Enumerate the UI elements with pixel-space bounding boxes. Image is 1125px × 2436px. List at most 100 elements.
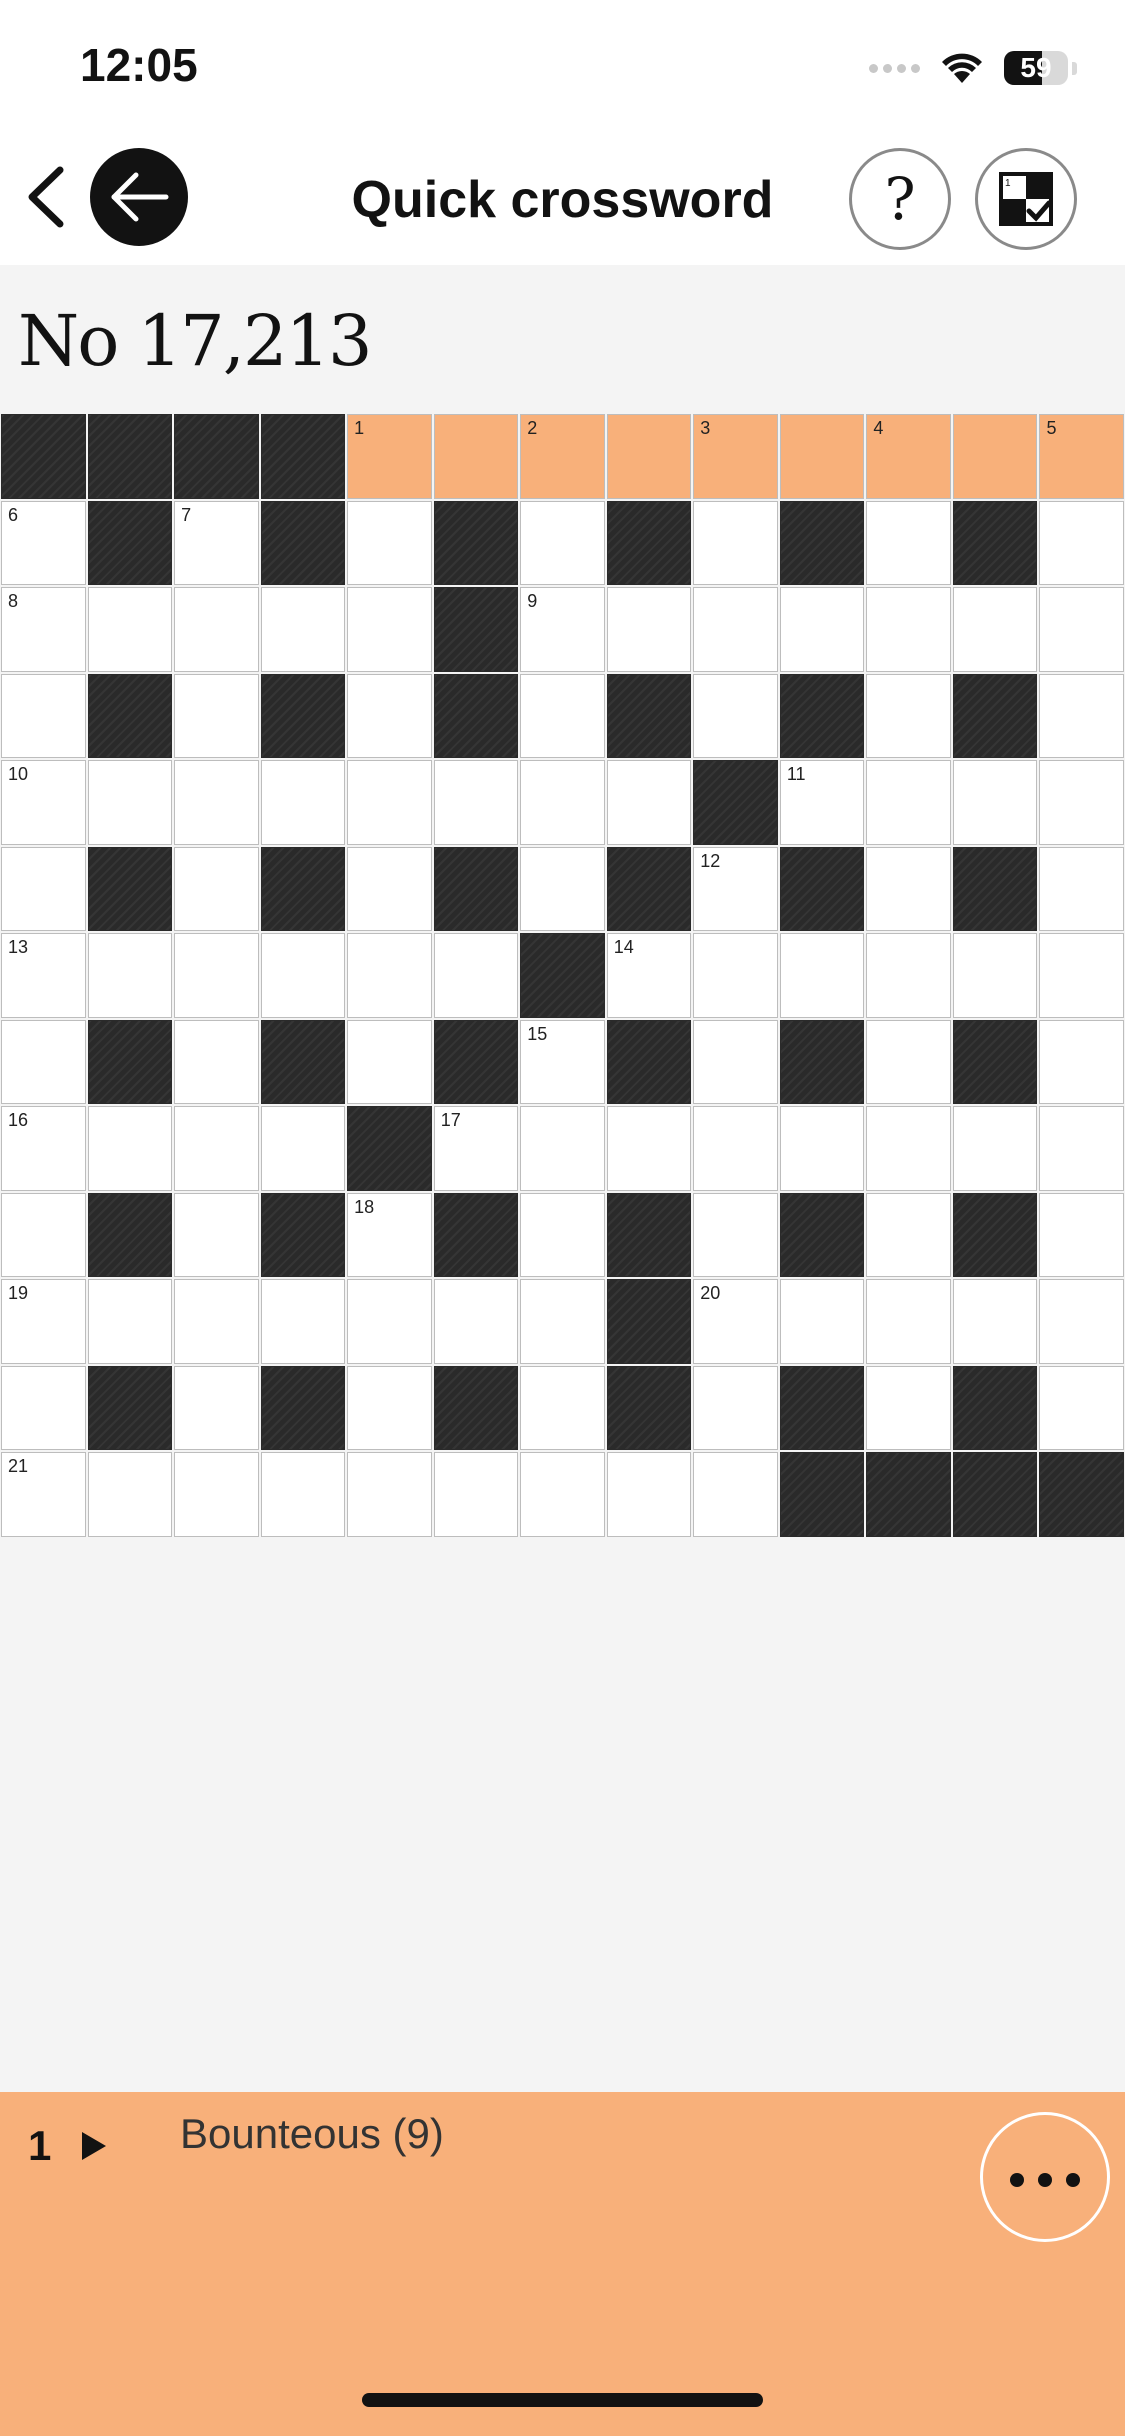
grid-cell[interactable] (433, 933, 519, 1018)
grid-cell[interactable]: 14 (606, 933, 692, 1018)
grid-cell[interactable] (87, 1279, 173, 1364)
grid-cell[interactable] (779, 587, 865, 672)
grid-cell[interactable]: 10 (1, 760, 86, 845)
grid-cell[interactable] (174, 760, 259, 845)
grid-cell[interactable] (866, 673, 951, 759)
grid-cell[interactable] (779, 1106, 865, 1191)
grid-cell[interactable] (1039, 760, 1124, 845)
grid-cell[interactable]: 20 (693, 1279, 778, 1364)
grid-cell[interactable] (1, 673, 86, 759)
grid-cell[interactable] (520, 1279, 605, 1364)
grid-cell[interactable] (693, 1365, 778, 1451)
grid-cell[interactable] (779, 1279, 865, 1364)
grid-cell[interactable] (260, 587, 346, 672)
grid-cell[interactable] (174, 933, 259, 1018)
grid-cell[interactable] (174, 587, 259, 672)
grid-cell[interactable] (866, 500, 951, 586)
grid-cell[interactable]: 21 (1, 1452, 86, 1537)
grid-cell[interactable]: 6 (1, 500, 86, 586)
grid-cell[interactable] (260, 933, 346, 1018)
grid-cell[interactable] (520, 846, 605, 932)
grid-cell[interactable] (606, 1452, 692, 1537)
grid-cell[interactable] (866, 1365, 951, 1451)
grid-cell[interactable] (693, 587, 778, 672)
grid-cell[interactable]: 13 (1, 933, 86, 1018)
grid-cell[interactable] (347, 846, 432, 932)
grid-cell[interactable] (866, 1279, 951, 1364)
grid-cell[interactable] (174, 1106, 259, 1191)
grid-cell[interactable] (260, 1452, 346, 1537)
grid-cell[interactable]: 12 (693, 846, 778, 932)
grid-cell[interactable] (1039, 673, 1124, 759)
grid-cell[interactable] (260, 1279, 346, 1364)
grid-cell[interactable] (87, 587, 173, 672)
grid-cell[interactable] (174, 1365, 259, 1451)
grid-cell[interactable] (260, 760, 346, 845)
grid-cell[interactable] (606, 1106, 692, 1191)
grid-cell[interactable]: 8 (1, 587, 86, 672)
grid-cell[interactable] (866, 1106, 951, 1191)
grid-cell[interactable]: 9 (520, 587, 605, 672)
grid-cell[interactable]: 4 (866, 414, 951, 499)
grid-cell[interactable] (866, 1192, 951, 1278)
grid-cell[interactable] (952, 1279, 1038, 1364)
grid-cell[interactable] (347, 760, 432, 845)
grid-cell[interactable] (347, 1365, 432, 1451)
grid-cell[interactable] (520, 1452, 605, 1537)
grid-cell[interactable] (87, 760, 173, 845)
grid-cell[interactable]: 16 (1, 1106, 86, 1191)
grid-cell[interactable] (1, 1019, 86, 1105)
grid-cell[interactable] (952, 933, 1038, 1018)
grid-cell[interactable] (866, 846, 951, 932)
grid-cell[interactable] (606, 760, 692, 845)
grid-cell[interactable]: 17 (433, 1106, 519, 1191)
grid-cell[interactable]: 1 (347, 414, 432, 499)
crossword-grid[interactable]: 1 2 3 4 5 6 7 8 9 10 11 12 13 14 15 16 17 18 19 20 21 (0, 413, 1125, 1537)
grid-cell[interactable] (433, 1279, 519, 1364)
grid-cell[interactable] (433, 760, 519, 845)
check-grid-button[interactable]: 1 (975, 148, 1077, 250)
grid-cell[interactable] (174, 1452, 259, 1537)
grid-cell[interactable] (779, 933, 865, 1018)
grid-cell[interactable] (693, 933, 778, 1018)
grid-cell[interactable] (1, 846, 86, 932)
grid-cell[interactable] (866, 587, 951, 672)
grid-cell[interactable]: 19 (1, 1279, 86, 1364)
grid-cell[interactable] (347, 1279, 432, 1364)
grid-cell[interactable] (952, 587, 1038, 672)
grid-cell[interactable] (347, 1452, 432, 1537)
more-options-button[interactable] (980, 2112, 1110, 2242)
grid-cell[interactable] (1039, 1192, 1124, 1278)
grid-cell[interactable] (693, 1019, 778, 1105)
grid-cell[interactable] (87, 1452, 173, 1537)
grid-cell[interactable] (87, 1106, 173, 1191)
grid-cell[interactable]: 2 (520, 414, 605, 499)
grid-cell[interactable] (1039, 587, 1124, 672)
grid-cell[interactable] (174, 673, 259, 759)
grid-cell[interactable] (1039, 933, 1124, 1018)
grid-cell[interactable]: 5 (1039, 414, 1124, 499)
grid-cell[interactable] (520, 1106, 605, 1191)
grid-cell[interactable] (866, 760, 951, 845)
grid-cell[interactable] (347, 587, 432, 672)
grid-cell[interactable] (606, 587, 692, 672)
grid-cell[interactable] (174, 846, 259, 932)
grid-cell[interactable] (174, 1192, 259, 1278)
grid-cell[interactable] (693, 1192, 778, 1278)
grid-cell[interactable]: 11 (779, 760, 865, 845)
grid-cell[interactable] (1039, 1279, 1124, 1364)
grid-cell[interactable] (1, 1192, 86, 1278)
grid-cell[interactable] (520, 1365, 605, 1451)
grid-cell[interactable] (87, 933, 173, 1018)
grid-cell[interactable] (1039, 1106, 1124, 1191)
grid-cell[interactable]: 7 (174, 500, 259, 586)
grid-cell[interactable] (693, 1106, 778, 1191)
grid-cell[interactable] (1039, 500, 1124, 586)
grid-cell[interactable] (347, 500, 432, 586)
grid-cell[interactable] (520, 760, 605, 845)
grid-cell[interactable] (520, 1192, 605, 1278)
grid-cell[interactable] (1039, 1365, 1124, 1451)
clue-bar[interactable] (0, 2092, 1125, 2436)
grid-cell[interactable] (693, 1452, 778, 1537)
grid-cell[interactable]: 15 (520, 1019, 605, 1105)
